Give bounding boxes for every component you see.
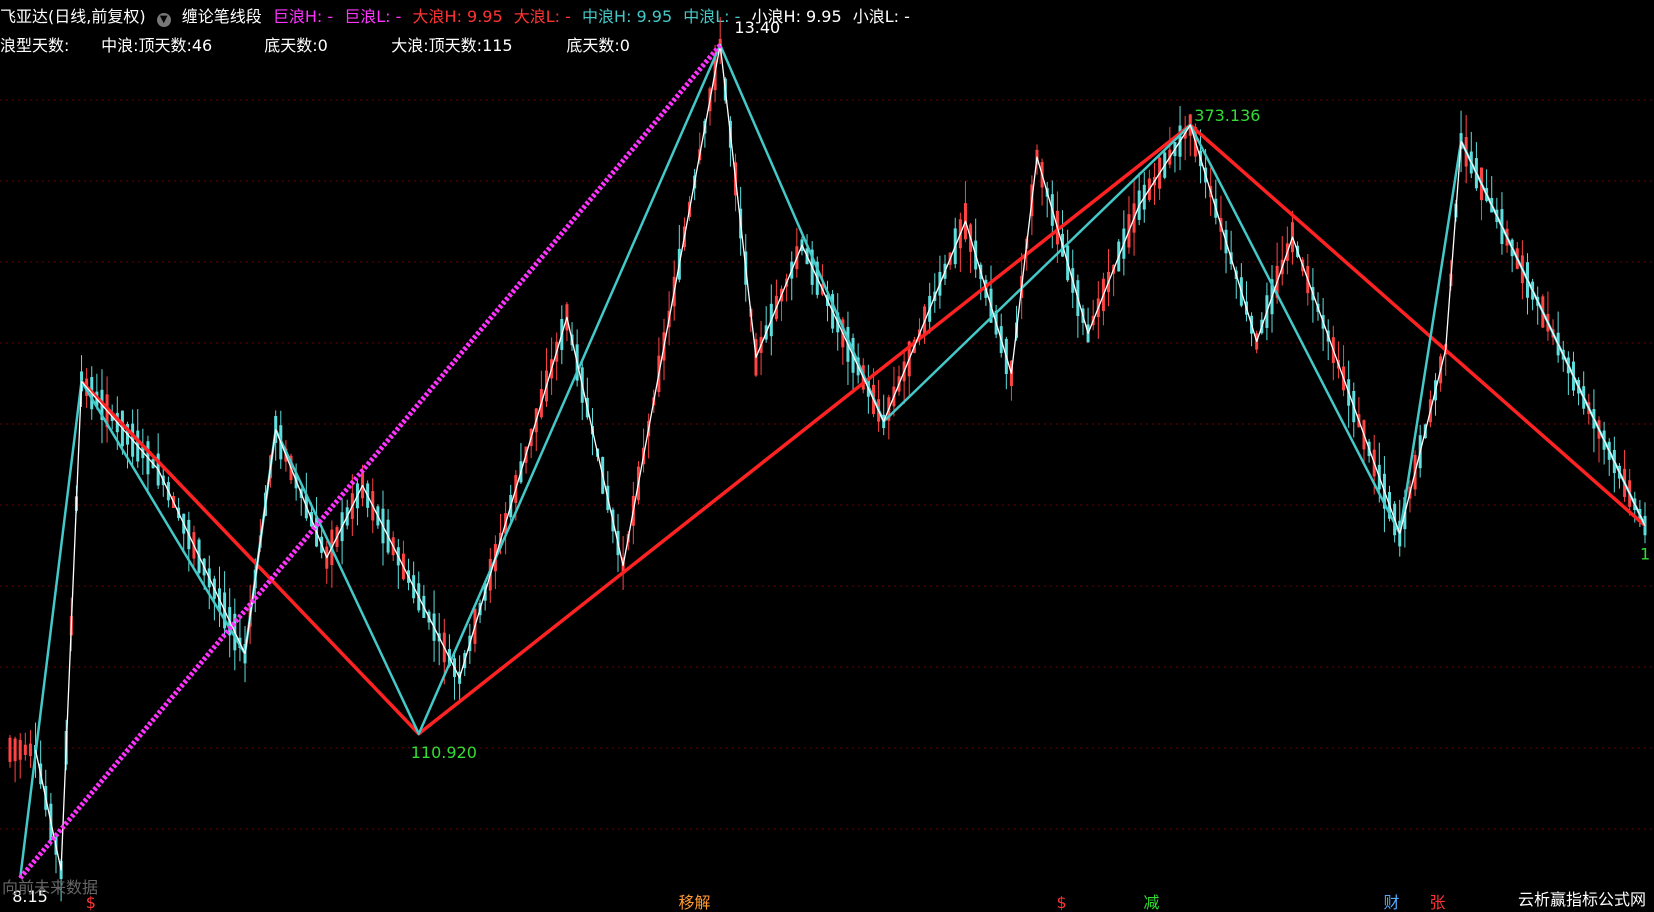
price-chart[interactable]: 13.40373.136110.9208.151 (0, 0, 1654, 912)
event-marker[interactable]: 财 (1382, 894, 1402, 912)
wave-lines (18, 43, 1647, 880)
candle-body (13, 738, 17, 762)
event-marker[interactable]: $ (84, 894, 98, 912)
grid-lines (0, 99, 1654, 830)
price-labels: 13.40373.136110.9208.151 (12, 18, 1650, 906)
watermark-text: 云析赢指标公式网 (1515, 886, 1648, 910)
candlesticks (8, 17, 1647, 902)
candle-body (18, 739, 22, 760)
price-label: 373.136 (1194, 106, 1260, 125)
big-wave-line (80, 123, 1647, 736)
event-marker[interactable]: 减 (1141, 894, 1161, 912)
candle-body (23, 744, 27, 755)
candle-body (8, 737, 12, 762)
price-label: 110.920 (411, 743, 477, 762)
mid-wave-line (18, 43, 1647, 879)
event-marker[interactable]: 张 (1428, 894, 1448, 912)
price-label: 1 (1640, 545, 1650, 564)
price-label: 13.40 (734, 18, 780, 37)
event-marker[interactable]: $ (1055, 894, 1069, 912)
small-wave-line (34, 44, 1646, 871)
giant-wave-line (18, 43, 723, 880)
event-marker[interactable]: 移解 (676, 894, 712, 912)
candle-body (28, 743, 32, 757)
